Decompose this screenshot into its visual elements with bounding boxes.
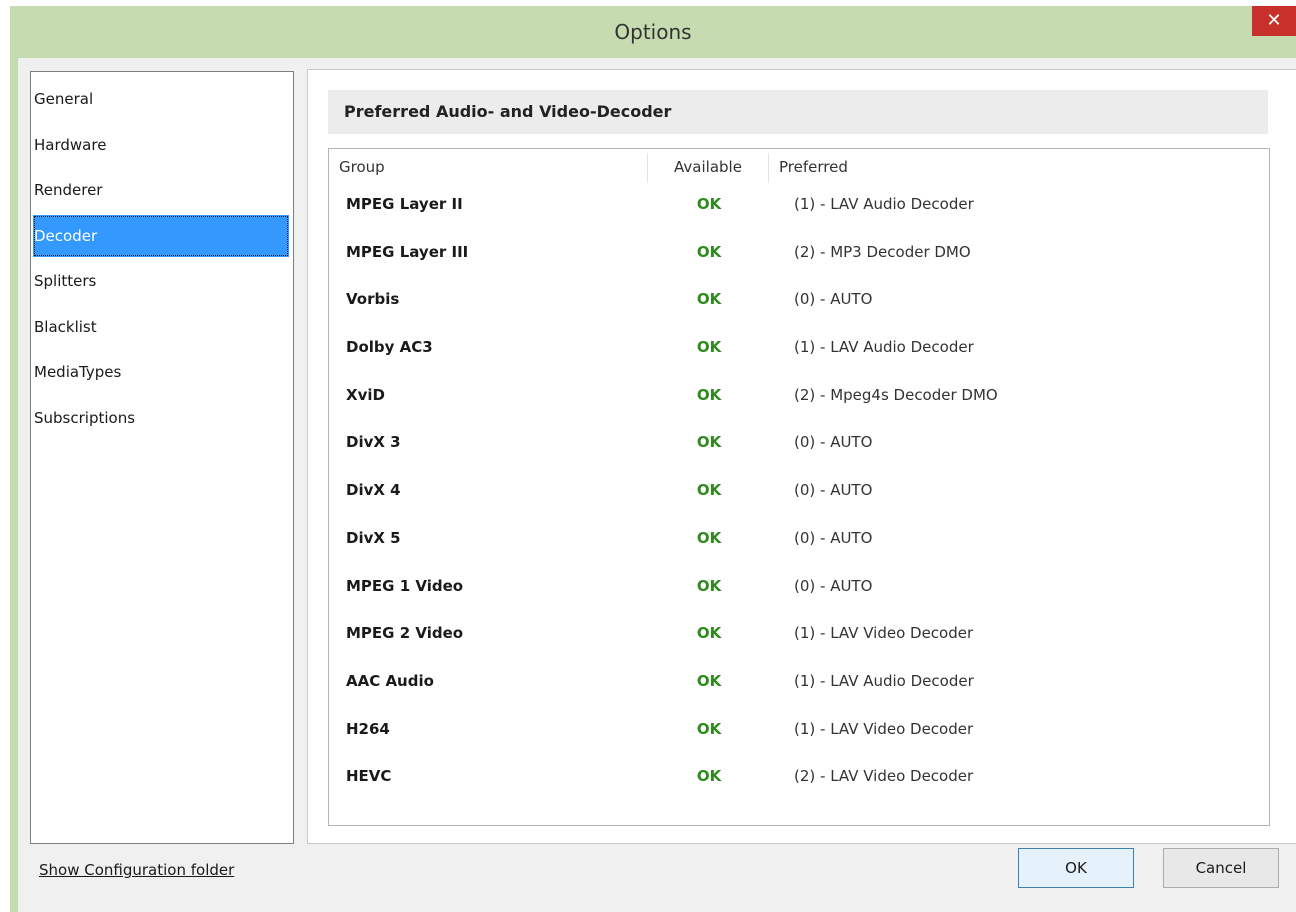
preferred-cell: (0) - AUTO xyxy=(794,290,873,309)
preferred-cell: (1) - LAV Audio Decoder xyxy=(794,195,974,213)
preferred-cell: (0) - AUTO xyxy=(794,576,873,595)
ok-button[interactable]: OK xyxy=(1018,848,1134,888)
preferred-cell: (1) - LAV Audio Decoder xyxy=(794,338,974,357)
close-button[interactable]: ✕ xyxy=(1252,6,1296,36)
available-cell: OK xyxy=(696,576,722,595)
title-bar[interactable]: Options ✕ xyxy=(10,6,1296,56)
settings-panel: Preferred Audio- and Video-Decoder Group… xyxy=(307,69,1296,844)
available-cell: OK xyxy=(696,385,722,404)
decoder-list[interactable]: Group Available Preferred MPEG Layer II O… xyxy=(328,148,1270,826)
table-row[interactable]: MPEG 2 Video OK (1) - LAV Video Decoder xyxy=(329,612,1269,660)
list-rows: MPEG Layer II OK (1) - LAV Audio Decoder MP… xyxy=(329,183,1269,803)
preferred-cell: (1) - LAV Audio Decoder xyxy=(794,671,974,690)
group-cell: MPEG Layer II xyxy=(346,195,463,213)
category-list[interactable]: General Hardware Renderer Decoder Splitters B… xyxy=(30,71,294,844)
group-cell: MPEG Layer III xyxy=(346,242,469,261)
table-row[interactable]: H264 OK (1) - LAV Video Decoder xyxy=(329,708,1269,756)
sidebar-item-blacklist[interactable]: Blacklist xyxy=(33,306,289,348)
available-cell: OK xyxy=(696,195,722,213)
available-cell: OK xyxy=(696,528,722,547)
preferred-cell: (0) - AUTO xyxy=(794,433,873,452)
sidebar-item-renderer[interactable]: Renderer xyxy=(33,169,289,211)
dialog-client-area: General Hardware Renderer Decoder Splitters B… xyxy=(18,58,1296,912)
column-header-available[interactable]: Available xyxy=(648,149,768,183)
available-cell: OK xyxy=(696,624,722,643)
group-cell: DivX 3 xyxy=(346,433,401,452)
table-row[interactable]: DivX 5 OK (0) - AUTO xyxy=(329,517,1269,565)
available-cell: OK xyxy=(696,242,722,261)
available-cell: OK xyxy=(696,338,722,357)
section-title: Preferred Audio- and Video-Decoder xyxy=(344,102,672,121)
sidebar-item-subscriptions[interactable]: Subscriptions xyxy=(33,397,289,439)
list-header: Group Available Preferred xyxy=(329,149,1269,183)
group-cell: DivX 4 xyxy=(346,481,401,500)
available-cell: OK xyxy=(696,767,722,786)
column-divider[interactable] xyxy=(768,153,769,183)
cancel-button[interactable]: Cancel xyxy=(1163,848,1279,888)
sidebar-item-splitters[interactable]: Splitters xyxy=(33,260,289,302)
table-row[interactable]: XviD OK (2) - Mpeg4s Decoder DMO xyxy=(329,374,1269,422)
section-header: Preferred Audio- and Video-Decoder xyxy=(328,90,1268,134)
show-config-folder-link[interactable]: Show Configuration folder xyxy=(39,858,234,882)
table-row[interactable]: Dolby AC3 OK (1) - LAV Audio Decoder xyxy=(329,326,1269,374)
column-header-group[interactable]: Group xyxy=(339,149,639,183)
available-cell: OK xyxy=(696,290,722,309)
table-row[interactable]: AAC Audio OK (1) - LAV Audio Decoder xyxy=(329,660,1269,708)
available-cell: OK xyxy=(696,481,722,500)
available-cell: OK xyxy=(696,671,722,690)
preferred-cell: (0) - AUTO xyxy=(794,481,873,500)
sidebar-item-general[interactable]: General xyxy=(33,78,289,120)
preferred-cell: (2) - MP3 Decoder DMO xyxy=(794,242,971,261)
table-row[interactable]: MPEG Layer II OK (1) - LAV Audio Decoder xyxy=(329,183,1269,231)
group-cell: XviD xyxy=(346,385,385,404)
table-row[interactable]: Vorbis OK (0) - AUTO xyxy=(329,278,1269,326)
sidebar-item-decoder[interactable]: Decoder xyxy=(33,214,289,257)
table-row[interactable]: HEVC OK (2) - LAV Video Decoder xyxy=(329,755,1269,803)
table-row[interactable]: MPEG 1 Video OK (0) - AUTO xyxy=(329,565,1269,613)
preferred-cell: (0) - AUTO xyxy=(794,528,873,547)
preferred-cell: (2) - Mpeg4s Decoder DMO xyxy=(794,385,998,404)
available-cell: OK xyxy=(696,719,722,738)
group-cell: H264 xyxy=(346,719,390,738)
table-row[interactable]: MPEG Layer III OK (2) - MP3 Decoder DMO xyxy=(329,231,1269,279)
group-cell: Vorbis xyxy=(346,290,400,309)
group-cell: HEVC xyxy=(346,767,392,786)
preferred-cell: (1) - LAV Video Decoder xyxy=(794,719,974,738)
window-title: Options xyxy=(614,20,692,44)
preferred-cell: (2) - LAV Video Decoder xyxy=(794,767,974,786)
group-cell: AAC Audio xyxy=(346,671,434,690)
group-cell: Dolby AC3 xyxy=(346,338,433,357)
sidebar-item-mediatypes[interactable]: MediaTypes xyxy=(33,351,289,393)
available-cell: OK xyxy=(696,433,722,452)
preferred-cell: (1) - LAV Video Decoder xyxy=(794,624,974,643)
close-icon: ✕ xyxy=(1266,10,1282,31)
sidebar-item-hardware[interactable]: Hardware xyxy=(33,124,289,166)
group-cell: DivX 5 xyxy=(346,528,401,547)
group-cell: MPEG 1 Video xyxy=(346,576,464,595)
table-row[interactable]: DivX 3 OK (0) - AUTO xyxy=(329,421,1269,469)
options-window: Options ✕ General Hardware Renderer Decoder… xyxy=(10,6,1296,912)
table-row[interactable]: DivX 4 OK (0) - AUTO xyxy=(329,469,1269,517)
column-header-preferred[interactable]: Preferred xyxy=(779,149,1259,183)
group-cell: MPEG 2 Video xyxy=(346,624,464,643)
